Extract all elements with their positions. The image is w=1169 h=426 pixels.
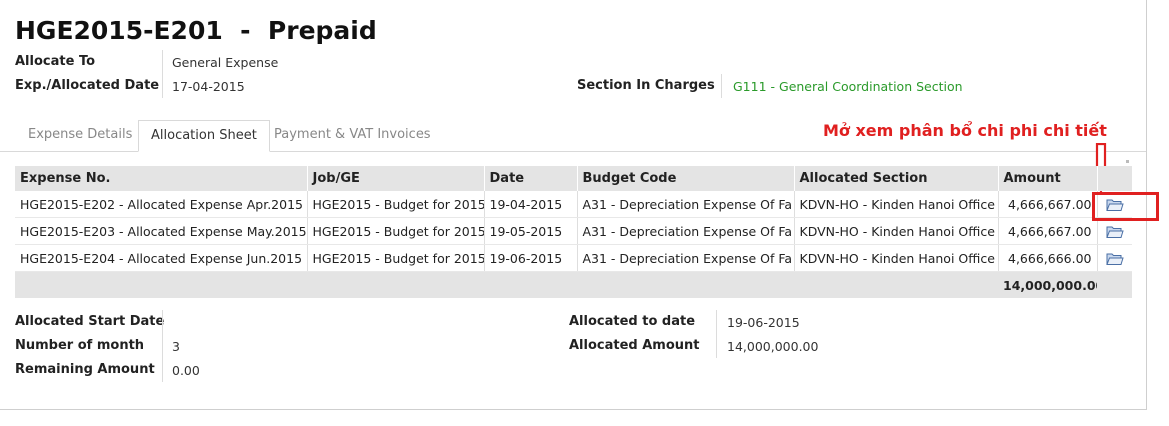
column-header-job-ge[interactable]: Job/GE [307,166,485,191]
allocated-section-cell: KDVN-HO - Kinden Hanoi Office [794,191,999,218]
expense-no-cell: HGE2015-E202 - Allocated Expense Apr.201… [15,191,308,218]
tab-expense-details[interactable]: Expense Details [16,120,144,151]
budget-code-cell: A31 - Depreciation Expense Of Fa [577,244,795,272]
amount-cell: 4,666,667.00 [998,217,1098,245]
job-cell: HGE2015 - Budget for 2015 [307,217,485,245]
number-of-month-value: 3 [172,339,180,354]
amount-cell: 4,666,667.00 [998,191,1098,218]
column-header-allocated-section[interactable]: Allocated Section [794,166,999,191]
open-detail-button[interactable] [1097,244,1132,272]
budget-code-cell: A31 - Depreciation Expense Of Fa [577,217,795,245]
section-in-charges-link[interactable]: G111 - General Coordination Section [733,79,963,94]
table-total-row: 14,000,000.00 [15,271,1132,298]
summary-divider-right [716,310,717,358]
allocated-section-cell: KDVN-HO - Kinden Hanoi Office [794,244,999,272]
allocate-to-label: Allocate To [15,54,96,69]
annotation-text: Mở xem phân bổ chi phi chi tiết [823,121,1107,140]
tab-allocation-sheet[interactable]: Allocation Sheet [138,120,270,152]
page-title: HGE2015-E201 - Prepaid [15,16,377,45]
exp-allocated-date-value: 17-04-2015 [172,79,245,94]
table-row[interactable]: HGE2015-E203 - Allocated Expense May.201… [15,217,1132,245]
section-in-charges-label: Section In Charges [577,78,715,93]
expense-no-cell: HGE2015-E204 - Allocated Expense Jun.201… [15,244,308,272]
allocation-table: Expense No. Job/GE Date Budget Code Allo… [15,166,1133,298]
allocated-amount-label: Allocated Amount [569,338,700,353]
budget-code-cell: A31 - Depreciation Expense Of Fa [577,191,795,218]
table-row[interactable]: HGE2015-E204 - Allocated Expense Jun.201… [15,244,1132,272]
total-amount: 14,000,000.00 [998,271,1097,298]
remaining-amount-label: Remaining Amount [15,362,155,377]
date-cell: 19-04-2015 [484,191,578,218]
column-header-expense-no[interactable]: Expense No. [15,166,308,191]
column-header-budget-code[interactable]: Budget Code [577,166,795,191]
column-header-date[interactable]: Date [484,166,578,191]
allocated-amount-value: 14,000,000.00 [727,339,819,354]
panel-border-bottom [0,409,1147,410]
summary-divider-left [162,310,163,382]
number-of-month-label: Number of month [15,338,145,353]
remaining-amount-value: 0.00 [172,363,200,378]
amount-cell: 4,666,666.00 [998,244,1098,272]
date-cell: 19-05-2015 [484,217,578,245]
allocated-section-cell: KDVN-HO - Kinden Hanoi Office [794,217,999,245]
table-header-row: Expense No. Job/GE Date Budget Code Allo… [15,166,1133,191]
open-detail-button[interactable] [1097,217,1132,245]
table-row[interactable]: HGE2015-E202 - Allocated Expense Apr.201… [15,191,1132,218]
folder-icon[interactable] [1106,252,1124,266]
job-cell: HGE2015 - Budget for 2015 [307,244,485,272]
column-header-amount[interactable]: Amount [998,166,1098,191]
allocated-to-date-value: 19-06-2015 [727,315,800,330]
info-divider [162,50,163,98]
date-cell: 19-06-2015 [484,244,578,272]
tab-payment-vat-invoices[interactable]: Payment & VAT Invoices [262,120,443,151]
allocated-to-date-label: Allocated to date [569,314,696,329]
scroll-indicator [1126,160,1129,163]
folder-icon[interactable] [1106,225,1124,239]
section-divider [721,74,722,98]
exp-allocated-date-label: Exp./Allocated Date [15,78,160,93]
column-header-actions [1097,166,1133,191]
job-cell: HGE2015 - Budget for 2015 [307,191,485,218]
highlight-box [1092,192,1159,221]
expense-no-cell: HGE2015-E203 - Allocated Expense May.201… [15,217,308,245]
allocated-start-date-label: Allocated Start Date [15,314,165,329]
allocate-to-value: General Expense [172,55,279,70]
